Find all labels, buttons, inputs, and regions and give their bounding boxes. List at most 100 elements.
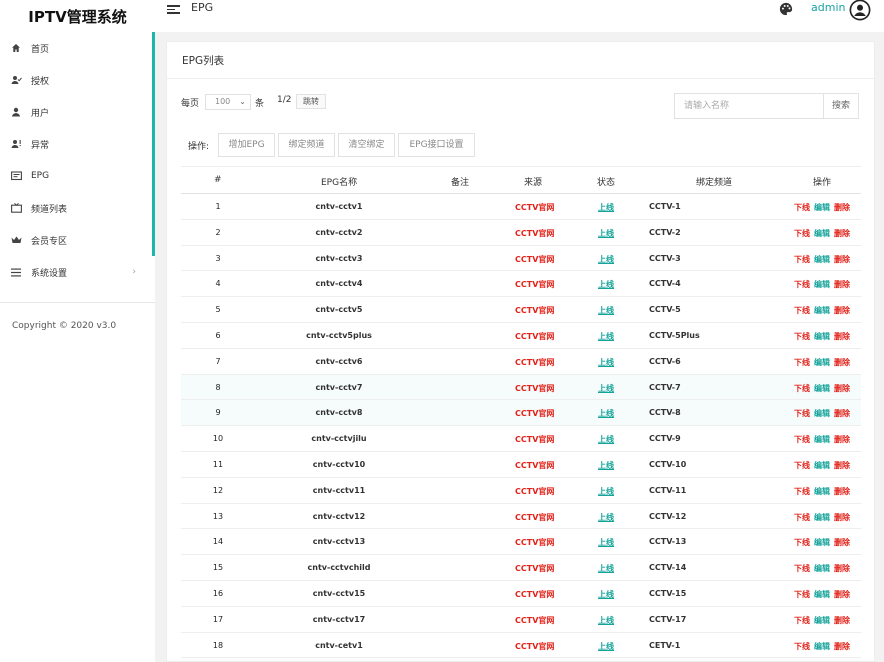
offline-button[interactable]: 下线 xyxy=(794,280,810,289)
offline-button[interactable]: 下线 xyxy=(794,642,810,651)
bind-channel-button[interactable]: 绑定频道 xyxy=(278,133,335,157)
sidebar-item-authorize[interactable]: 授权 xyxy=(0,70,150,90)
offline-button[interactable]: 下线 xyxy=(794,255,810,264)
palette-icon[interactable] xyxy=(779,2,793,16)
epg-api-settings-button[interactable]: EPG接口设置 xyxy=(398,133,475,157)
edit-button[interactable]: 编辑 xyxy=(814,487,830,496)
user-avatar-icon[interactable] xyxy=(849,0,871,21)
admin-username[interactable]: admin xyxy=(811,1,845,14)
edit-button[interactable]: 编辑 xyxy=(814,280,830,289)
delete-button[interactable]: 删除 xyxy=(834,642,850,651)
status-toggle[interactable]: 上线 xyxy=(598,408,614,419)
delete-button[interactable]: 删除 xyxy=(834,229,850,238)
delete-button[interactable]: 删除 xyxy=(834,409,850,418)
edit-button[interactable]: 编辑 xyxy=(814,229,830,238)
delete-button[interactable]: 删除 xyxy=(834,306,850,315)
status-toggle[interactable]: 上线 xyxy=(598,512,614,523)
sidebar-item-settings[interactable]: 系统设置 › xyxy=(0,262,150,282)
status-toggle[interactable]: 上线 xyxy=(598,537,614,548)
sidebar-item-users[interactable]: 用户 xyxy=(0,102,150,122)
status-toggle[interactable]: 上线 xyxy=(598,434,614,445)
status-toggle[interactable]: 上线 xyxy=(598,615,614,626)
delete-button[interactable]: 删除 xyxy=(834,435,850,444)
delete-button[interactable]: 删除 xyxy=(834,384,850,393)
status-toggle[interactable]: 上线 xyxy=(598,641,614,652)
sidebar-item-epg[interactable]: EPG xyxy=(0,166,150,186)
delete-button[interactable]: 删除 xyxy=(834,255,850,264)
delete-button[interactable]: 删除 xyxy=(834,538,850,547)
search-button[interactable]: 搜索 xyxy=(823,93,859,119)
edit-button[interactable]: 编辑 xyxy=(814,384,830,393)
offline-button[interactable]: 下线 xyxy=(794,513,810,522)
per-page-select[interactable]: 100 ⌄ xyxy=(205,94,251,110)
offline-button[interactable]: 下线 xyxy=(794,435,810,444)
add-epg-button[interactable]: 增加EPG xyxy=(218,133,275,157)
offline-button[interactable]: 下线 xyxy=(794,487,810,496)
status-toggle[interactable]: 上线 xyxy=(598,202,614,213)
edit-button[interactable]: 编辑 xyxy=(814,564,830,573)
offline-button[interactable]: 下线 xyxy=(794,358,810,367)
offline-button[interactable]: 下线 xyxy=(794,306,810,315)
offline-button[interactable]: 下线 xyxy=(794,229,810,238)
status-toggle[interactable]: 上线 xyxy=(598,254,614,265)
status-toggle[interactable]: 上线 xyxy=(598,228,614,239)
status-toggle[interactable]: 上线 xyxy=(598,383,614,394)
edit-button[interactable]: 编辑 xyxy=(814,461,830,470)
edit-button[interactable]: 编辑 xyxy=(814,409,830,418)
edit-button[interactable]: 编辑 xyxy=(814,255,830,264)
offline-button[interactable]: 下线 xyxy=(794,616,810,625)
sidebar-item-channels[interactable]: 频道列表 xyxy=(0,198,150,218)
sidebar-item-vip[interactable]: 会员专区 xyxy=(0,230,150,250)
offline-button[interactable]: 下线 xyxy=(794,461,810,470)
edit-button[interactable]: 编辑 xyxy=(814,203,830,212)
source-label: CCTV官网 xyxy=(515,615,555,625)
edit-button[interactable]: 编辑 xyxy=(814,538,830,547)
delete-button[interactable]: 删除 xyxy=(834,203,850,212)
row-actions: 下线 编辑 删除 xyxy=(794,408,850,419)
search-input[interactable]: 请输入名称 xyxy=(674,93,824,119)
offline-button[interactable]: 下线 xyxy=(794,409,810,418)
delete-button[interactable]: 删除 xyxy=(834,564,850,573)
delete-button[interactable]: 删除 xyxy=(834,616,850,625)
offline-button[interactable]: 下线 xyxy=(794,203,810,212)
sidebar-item-abnormal[interactable]: 异常 xyxy=(0,134,150,154)
status-toggle[interactable]: 上线 xyxy=(598,589,614,600)
table-row: 5 cntv-cctv5 CCTV官网 上线 CCTV-5 下线 编辑 删除 xyxy=(181,297,861,323)
delete-button[interactable]: 删除 xyxy=(834,358,850,367)
edit-button[interactable]: 编辑 xyxy=(814,358,830,367)
delete-button[interactable]: 删除 xyxy=(834,513,850,522)
row-number: 16 xyxy=(212,588,224,598)
card-title: EPG列表 xyxy=(182,55,225,67)
menu-toggle-icon[interactable] xyxy=(167,3,180,15)
offline-button[interactable]: 下线 xyxy=(794,384,810,393)
delete-button[interactable]: 删除 xyxy=(834,332,850,341)
sidebar-item-home[interactable]: 首页 xyxy=(0,38,150,58)
edit-button[interactable]: 编辑 xyxy=(814,642,830,651)
edit-button[interactable]: 编辑 xyxy=(814,590,830,599)
offline-button[interactable]: 下线 xyxy=(794,590,810,599)
status-toggle[interactable]: 上线 xyxy=(598,331,614,342)
edit-button[interactable]: 编辑 xyxy=(814,616,830,625)
col-header-source: 来源 xyxy=(524,178,543,188)
status-toggle[interactable]: 上线 xyxy=(598,305,614,316)
status-toggle[interactable]: 上线 xyxy=(598,563,614,574)
status-toggle[interactable]: 上线 xyxy=(598,279,614,290)
delete-button[interactable]: 删除 xyxy=(834,280,850,289)
status-toggle[interactable]: 上线 xyxy=(598,357,614,368)
epg-name: cntv-cctv2 xyxy=(315,227,363,237)
edit-button[interactable]: 编辑 xyxy=(814,513,830,522)
status-toggle[interactable]: 上线 xyxy=(598,486,614,497)
delete-button[interactable]: 删除 xyxy=(834,461,850,470)
delete-button[interactable]: 删除 xyxy=(834,590,850,599)
bound-channel: CCTV-6 xyxy=(649,356,681,366)
offline-button[interactable]: 下线 xyxy=(794,538,810,547)
jump-button[interactable]: 跳转 xyxy=(296,94,326,109)
status-toggle[interactable]: 上线 xyxy=(598,460,614,471)
offline-button[interactable]: 下线 xyxy=(794,564,810,573)
delete-button[interactable]: 删除 xyxy=(834,487,850,496)
offline-button[interactable]: 下线 xyxy=(794,332,810,341)
clear-binding-button[interactable]: 清空绑定 xyxy=(338,133,395,157)
edit-button[interactable]: 编辑 xyxy=(814,306,830,315)
edit-button[interactable]: 编辑 xyxy=(814,332,830,341)
edit-button[interactable]: 编辑 xyxy=(814,435,830,444)
